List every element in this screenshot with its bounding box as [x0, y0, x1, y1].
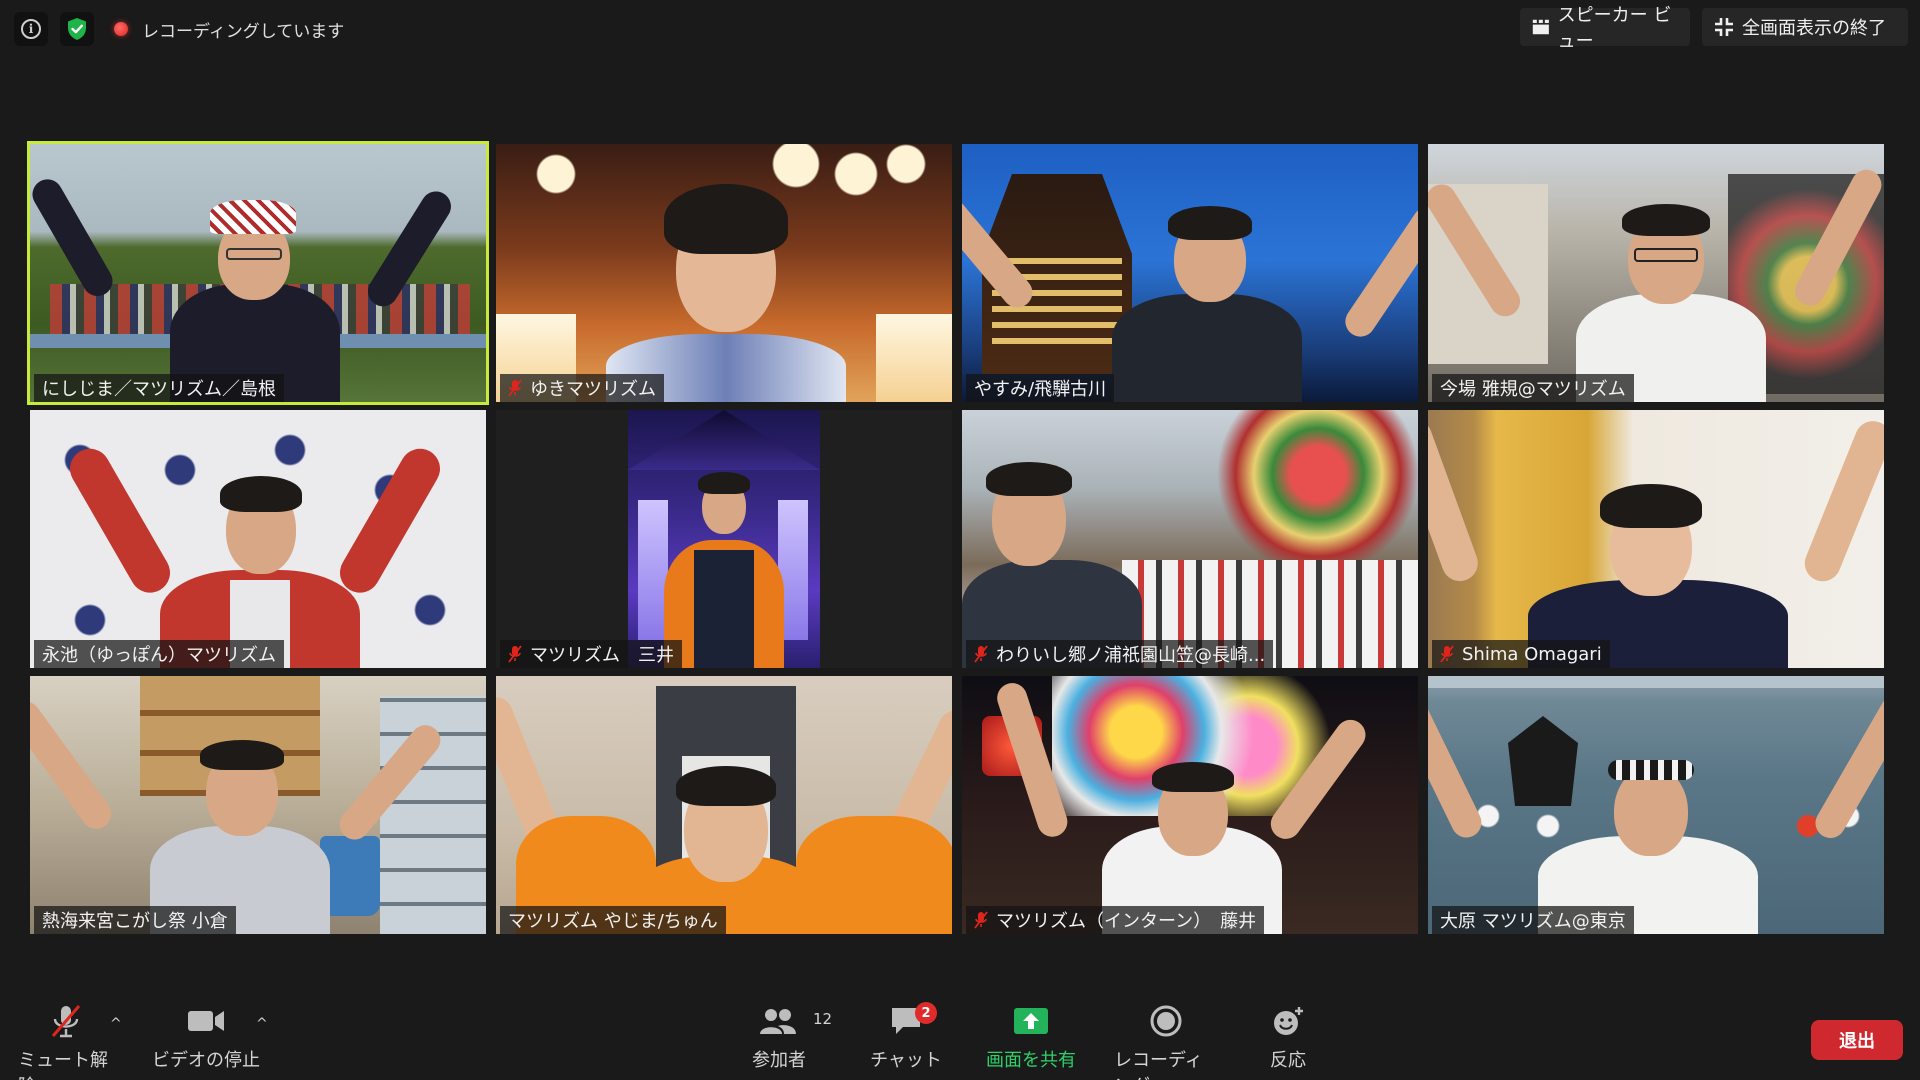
record-icon — [1150, 1005, 1182, 1037]
chat-label: チャット — [870, 1050, 942, 1071]
info-icon: i — [21, 19, 41, 39]
unmute-button[interactable]: ミュート解除 — [18, 1000, 114, 1080]
participants-label: 参加者 — [752, 1050, 806, 1071]
participant-video-tile[interactable]: 大原 マツリズム@東京 — [1428, 676, 1884, 934]
shield-check-icon — [68, 18, 86, 40]
participant-video-tile[interactable]: わりいし郷ノ浦祇園山笠@長崎... — [962, 410, 1418, 668]
video-feed — [496, 144, 952, 402]
participant-video-tile[interactable]: マツリズム（インターン） 藤井 — [962, 676, 1418, 934]
participant-video-tile[interactable]: 永池（ゆっぽん）マツリズム — [30, 410, 486, 668]
participant-video-tile[interactable]: マツリズム やじま/ちゅん — [496, 676, 952, 934]
video-feed — [30, 676, 486, 934]
reactions-label: 反応 — [1270, 1050, 1306, 1071]
participant-name: やすみ/飛騨古川 — [974, 379, 1107, 400]
participant-name: マツリズム やじま/ちゅん — [508, 911, 718, 932]
speaker-view-button[interactable]: スピーカー ビュー — [1520, 5, 1690, 52]
unmute-label: ミュート解除 — [18, 1050, 108, 1080]
participants-count: 12 — [813, 1010, 833, 1028]
speaker-view-icon — [1532, 19, 1549, 35]
share-screen-icon — [1014, 1008, 1048, 1034]
video-feed — [962, 410, 1418, 668]
participant-name: Shima Omagari — [1462, 643, 1602, 665]
microphone-muted-icon — [51, 1005, 81, 1038]
share-screen-button[interactable]: 画面を共有 — [984, 1000, 1078, 1072]
participant-name-label: にしじま／マツリズム／島根 — [34, 374, 284, 402]
video-feed — [496, 676, 952, 934]
security-button[interactable] — [60, 12, 94, 46]
recording-dot-icon — [114, 22, 128, 36]
stop-video-label: ビデオの停止 — [152, 1050, 260, 1071]
chat-button[interactable]: 2 チャット — [866, 1000, 946, 1072]
participant-video-tile[interactable]: にしじま／マツリズム／島根 — [27, 141, 489, 405]
video-feed — [628, 410, 820, 668]
participant-name: 今場 雅規@マツリズム — [1440, 379, 1626, 400]
participant-name-label: やすみ/飛騨古川 — [966, 374, 1115, 402]
zoom-meeting-window: i レコーディングしています スピーカー ビュー 全画面表示の終了 にしじま／マ… — [0, 0, 1920, 1080]
exit-fullscreen-icon — [1715, 18, 1733, 36]
speaker-view-label: スピーカー ビュー — [1557, 5, 1672, 52]
participant-name-label: マツリズム やじま/ちゅん — [500, 906, 726, 934]
participants-button[interactable]: 12 参加者 — [738, 1000, 832, 1072]
participant-video-tile[interactable]: マツリズム 三井 — [496, 410, 952, 668]
participant-name: 大原 マツリズム@東京 — [1440, 911, 1626, 932]
participant-name-label: 今場 雅規@マツリズム — [1432, 374, 1634, 402]
record-button[interactable]: レコーディング — [1114, 1000, 1218, 1080]
participant-name-label: 永池（ゆっぽん）マツリズム — [34, 640, 284, 668]
emoji-reaction-icon — [1274, 1007, 1303, 1035]
participant-name: マツリズム（インターン） 藤井 — [996, 911, 1257, 932]
participant-name-label: マツリズム 三井 — [500, 640, 682, 668]
participant-video-tile[interactable]: ゆきマツリズム — [496, 144, 952, 402]
leave-meeting-button[interactable]: 退出 — [1811, 1020, 1903, 1060]
microphone-muted-icon — [508, 379, 522, 397]
video-options-caret-icon[interactable]: ^ — [256, 1016, 268, 1032]
share-screen-label: 画面を共有 — [986, 1050, 1076, 1071]
recording-text: レコーディングしています — [142, 21, 345, 42]
meeting-controls-toolbar: ミュート解除 ^ ビデオの停止 ^ 12 — [0, 990, 1920, 1080]
chat-unread-badge: 2 — [915, 1002, 937, 1024]
participant-video-tile[interactable]: 熱海来宮こがし祭 小倉 — [30, 676, 486, 934]
video-feed — [962, 144, 1418, 402]
participant-name: わりいし郷ノ浦祇園山笠@長崎... — [996, 645, 1266, 666]
participant-video-tile[interactable]: やすみ/飛騨古川 — [962, 144, 1418, 402]
participant-name-label: 熱海来宮こがし祭 小倉 — [34, 906, 236, 934]
audio-options-caret-icon[interactable]: ^ — [110, 1016, 122, 1032]
participant-name-label: ゆきマツリズム — [500, 374, 664, 402]
microphone-muted-icon — [1440, 645, 1454, 663]
recording-indicator[interactable]: レコーディングしています — [114, 16, 344, 42]
video-feed — [1428, 676, 1884, 934]
participant-name: にしじま／マツリズム／島根 — [42, 379, 276, 400]
record-label: レコーディング — [1114, 1050, 1203, 1080]
participant-name: 熱海来宮こがし祭 小倉 — [42, 911, 228, 932]
reactions-button[interactable]: 反応 — [1262, 1000, 1314, 1072]
microphone-muted-icon — [974, 911, 988, 929]
video-feed — [1428, 410, 1884, 668]
gallery-view-grid: にしじま／マツリズム／島根 ゆきマツリズム やすみ/飛騨古川 今場 雅規@マツリ… — [27, 141, 1890, 934]
video-feed — [30, 410, 486, 668]
participant-video-tile[interactable]: Shima Omagari — [1428, 410, 1884, 668]
stop-video-button[interactable]: ビデオの停止 — [152, 1000, 260, 1072]
microphone-muted-icon — [508, 645, 522, 663]
video-feed — [962, 676, 1418, 934]
participant-name: 永池（ゆっぽん）マツリズム — [42, 645, 276, 666]
exit-fullscreen-label: 全画面表示の終了 — [1742, 18, 1886, 39]
video-camera-icon — [188, 1011, 224, 1031]
video-feed — [1428, 144, 1884, 402]
participants-icon — [760, 1009, 796, 1034]
participant-name: ゆきマツリズム — [530, 379, 656, 400]
meeting-info-button[interactable]: i — [14, 12, 48, 46]
participant-name-label: 大原 マツリズム@東京 — [1432, 906, 1634, 934]
participant-video-tile[interactable]: 今場 雅規@マツリズム — [1428, 144, 1884, 402]
top-bar: i レコーディングしています スピーカー ビュー 全画面表示の終了 — [0, 0, 1920, 56]
exit-fullscreen-button[interactable]: 全画面表示の終了 — [1702, 8, 1908, 46]
microphone-muted-icon — [974, 645, 988, 663]
participant-name: マツリズム 三井 — [530, 645, 674, 666]
participant-name-label: Shima Omagari — [1432, 640, 1610, 668]
video-feed — [30, 144, 486, 402]
participant-name-label: マツリズム（インターン） 藤井 — [966, 906, 1265, 934]
participant-name-label: わりいし郷ノ浦祇園山笠@長崎... — [966, 640, 1274, 668]
